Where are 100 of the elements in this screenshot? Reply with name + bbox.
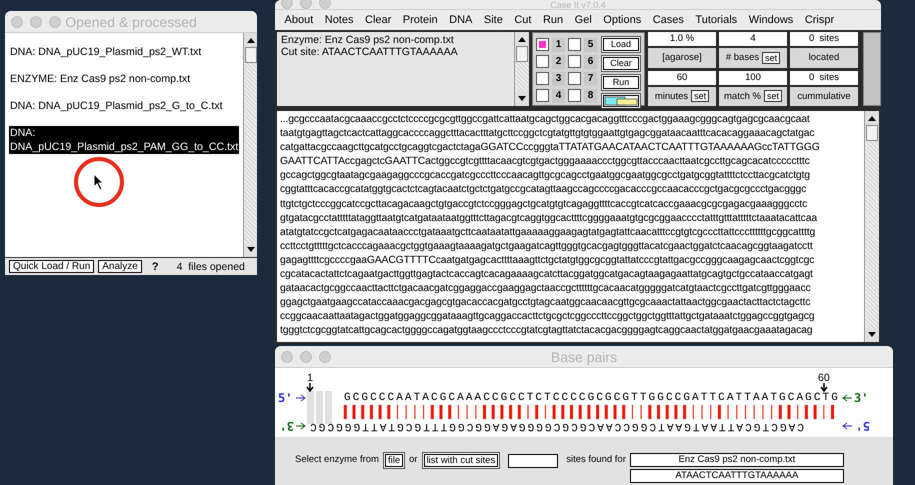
parameter-label: match %: [724, 90, 761, 102]
footer-button[interactable]: Analyze: [98, 260, 142, 273]
lane-checkbox[interactable]: [568, 89, 581, 102]
menu-item[interactable]: Crispr: [799, 14, 840, 26]
three-prime-label: 3': [278, 420, 294, 434]
menu-item[interactable]: Site: [478, 14, 509, 26]
three-prime-label: 3': [854, 390, 870, 404]
lane-number: 8: [584, 89, 597, 103]
sequence-line: gagagttttcgccccgaaGAACGTTTTCcaatgatgagcacttttaaagttctgctatgtggcgcggtattatcccgtattgacgccgggcaagagcaactcggtcgc: [280, 254, 816, 268]
menu-item[interactable]: Protein: [397, 14, 444, 26]
set-button[interactable]: set: [764, 90, 782, 102]
select-enzyme-label: Select enzyme from: [295, 453, 379, 467]
lane-checkbox[interactable]: [536, 38, 549, 51]
five-prime-label: 5': [278, 390, 294, 404]
lane-checkbox[interactable]: [568, 55, 581, 68]
sequence-line: gccagctggcgtaatagcgaagaggcccgcaccgatcgcccttcccaacagttgcgcagcctgaatggcgaatggcgcctgatgcggtattttctccttacgcatctgtg: [280, 169, 811, 184]
mouse-pointer-icon: [93, 173, 105, 191]
right-arrow-icon: [296, 394, 306, 402]
lane-button[interactable]: Run: [603, 76, 639, 89]
click-highlight-ring-icon: [72, 155, 126, 209]
sequence-line: catgattacgccaagcttgcatgcctgcaggtcgactctagaGGATCCccgggtaTTATATGAACATAACTCAATTTGTAAAAAAGccTATTGGG: [280, 141, 821, 156]
file-button[interactable]: file: [384, 454, 404, 467]
five-prime-label: 5': [854, 420, 870, 434]
sequence-line: cggtatttcacaccgcatatggtgcactctcagtacaatctgctctgatgccgcatagttaagccagccccgacacccgccaacacccgctgacgcgccctgacgggc: [280, 183, 808, 198]
enzyme-name-field[interactable]: Enz Cas9 ps2 non-comp.txt: [630, 453, 844, 467]
lane-number: 5: [584, 38, 597, 52]
menu-item[interactable]: About: [279, 14, 320, 26]
scrollbar[interactable]: [864, 111, 879, 342]
lane-number: 6: [584, 55, 597, 69]
file-list-item[interactable]: DNA: DNA_pUC19_Plasmid_ps2_PAM_GG_to_CC.txt: [9, 126, 239, 154]
list-with-cut-sites-button[interactable]: list with cut sites: [424, 454, 498, 467]
sequence-line: ccggcaacaattaatagactggatggaggcggataaagttgcaggaccacttctgcgctcggcccttccggctggctggtttattgctgataaatctggagccggtgagcg: [280, 310, 816, 324]
menu-item[interactable]: Windows: [743, 14, 800, 26]
scroll-thumb[interactable]: [866, 125, 878, 141]
lane-button[interactable]: Clear: [603, 57, 639, 70]
sequence-line: ccttcctgtttttgctcacccagaaacgctggtgaaagtaaaagatgctgaagatcagttgggtgcacgagtgggttacatcgaactggatctcaacagcggtaagatcctt: [280, 240, 814, 254]
scrollbar[interactable]: [514, 32, 529, 106]
strand-sequence: CAGCTGCATTAATGAATCGGCCAACGCGCGGGGAGAGGCGGTTTGCGTATTGGGCGC: [308, 420, 804, 432]
lane-number: 7: [584, 72, 597, 86]
sequence-line: gataacactgcggccaacttacttctgacaacgatcggaggaccgaaggagctaaccgcttttttgcacaacatgggggatcatgtaactcgccttgatcgttgggaacc: [280, 282, 812, 296]
sequence-line: GAATTCATTAccgagctcGAATTCactggccgtcgttttacaacgtcgtgactgggaaaaccctggcgttacccaacttaatcgccttgcagcacatccccctttc: [280, 155, 811, 170]
parameter-value-field: 100: [719, 70, 787, 84]
down-arrow-icon: [820, 383, 828, 392]
lane-checkbox[interactable]: [536, 55, 549, 68]
file-list-item[interactable]: ENZYME: Enz Cas9 ps2 non-comp.txt: [9, 72, 239, 86]
left-arrow-icon: [842, 394, 852, 402]
parameter-value-field: 0 sites: [790, 70, 858, 84]
hidden-base-block: [307, 391, 314, 424]
menu-item[interactable]: Run: [537, 14, 570, 26]
parameter-value-field: 4: [719, 32, 787, 46]
set-button[interactable]: set: [691, 90, 710, 102]
menu-item[interactable]: DNA: [444, 14, 478, 26]
status-text: 4 files opened: [176, 260, 245, 272]
lane-button[interactable]: Load: [603, 38, 639, 51]
sequence-line: gtgatacgcctatttttataggttaatgtcatgataataatggtttcttagacgtcaggtggcacttttcggggaaatgtgcgcggaacccctatttgtttatttttctaaatacattcaa: [280, 212, 818, 226]
menu-item[interactable]: Cut: [508, 14, 538, 26]
lane-checkbox[interactable]: [568, 72, 581, 85]
set-button[interactable]: set: [762, 52, 780, 64]
sequence-line: ttgtctgctcccggcatccgcttacagacaagctgtgaccgtctccgggagctgcatgtgtcagaggttttcaccgtcatcaccgaaacgcgcgagacgaaagggcctc: [280, 198, 808, 212]
sites-found-label: sites found for: [566, 453, 626, 467]
footer-button[interactable]: Quick Load / Run: [9, 260, 94, 273]
position-number: 1: [307, 373, 313, 383]
down-arrow-icon: [306, 383, 314, 392]
lane-number: 3: [552, 72, 565, 86]
enzyme-info-text: Enzyme: Enz Cas9 ps2 non-comp.txt: [281, 34, 455, 46]
sequence-line: tgggtctcgcggtatcattgcagcactggggccagatggtaagccctcccgtatcgtagttatctacacgacggggagtcaggcaactatggatgaacgaaatagacag: [280, 324, 814, 338]
sequence-line: cgcatacactattctcagaatgacttggttgagtactcaccagtcacagaaaagcatcttacggatggcatgacagtaagagaattatgcagtgctgccataaccatgagt: [280, 268, 814, 282]
lane-number: 4: [552, 89, 565, 103]
menu-item[interactable]: Options: [598, 14, 648, 26]
sequence-line: atatgtatccgctcatgagacaataaccctgataaatgcttcaataatattgaaaaaggaagagtatgagtattcaacatttccgtgtcgcccttattcccttttttgcggcattttg: [280, 226, 816, 240]
menu-item[interactable]: Tutorials: [690, 14, 744, 26]
menu-item[interactable]: Clear: [360, 14, 398, 26]
hidden-base-block: [325, 391, 332, 424]
parameter-label: cummulative: [797, 90, 851, 102]
menu-item[interactable]: Cases: [647, 14, 690, 26]
scroll-thumb[interactable]: [516, 46, 528, 62]
sequence-line: ggagctgaatgaagccataccaaacgacgagcgtgacaccacgatgcctgtagcaatggcaacaacgttgcgcaaactattaactggcgaactacttactctagcttc: [280, 296, 812, 310]
parameter-value-field: 1.0 %: [648, 32, 716, 46]
lane-checkbox[interactable]: [568, 38, 581, 51]
menu-item[interactable]: Gel: [569, 14, 598, 26]
file-list-item[interactable]: DNA: DNA_pUC19_Plasmid_ps2_G_to_C.txt: [9, 99, 239, 113]
cut-site-field[interactable]: ATAACTCAATTTGTAAAAAA: [630, 469, 844, 483]
lane-checkbox[interactable]: [536, 72, 549, 85]
scrollbar[interactable]: [243, 33, 257, 257]
strand-sequence: GCGCCCAATACGCAAACCGCCTCTCCCCGCGCGTTGGCCGATTCATTAATGCAGCTG: [344, 392, 840, 404]
window-title: Base pairs: [550, 348, 618, 364]
sites-count-field[interactable]: [508, 454, 558, 468]
lane-checkbox[interactable]: [536, 89, 549, 102]
help-link[interactable]: ?: [152, 260, 159, 272]
window-title: Opened & processed: [65, 14, 197, 30]
parameter-label: minutes: [654, 90, 688, 102]
sequence-line: ...gcgcccaatacgcaaaccgcctctccccgcgcgttggccgattcattaatgcagctggcacgacaggtttcccgactggaaagcgggcagtgagcgcaacgcaat: [280, 113, 811, 127]
enzyme-info-text: Cut site: ATAACTCAATTTGTAAAAAA: [281, 46, 459, 58]
lane-number: 1: [552, 38, 565, 52]
or-label: or: [409, 453, 418, 467]
file-list-item[interactable]: DNA: DNA_pUC19_Plasmid_ps2_WT.txt: [9, 45, 239, 59]
right-arrow-icon: [842, 422, 852, 430]
color-swatch-button[interactable]: [603, 95, 639, 107]
scroll-thumb[interactable]: [245, 47, 257, 63]
menu-item[interactable]: Notes: [319, 14, 360, 26]
